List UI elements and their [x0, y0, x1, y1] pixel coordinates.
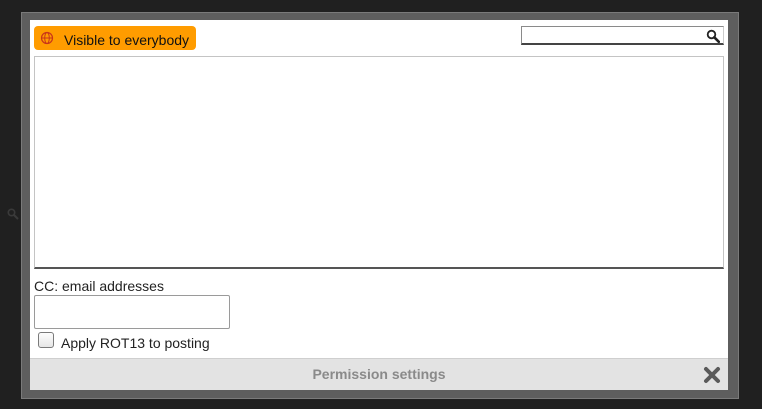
- permission-dialog: Visible to everybody CC: email addresses…: [30, 20, 728, 390]
- close-icon[interactable]: [703, 366, 721, 384]
- visibility-button[interactable]: Visible to everybody: [34, 26, 196, 50]
- dialog-footer: Permission settings: [30, 358, 728, 390]
- search-icon[interactable]: [706, 29, 720, 43]
- rot13-label: Apply ROT13 to posting: [61, 335, 210, 351]
- rot13-checkbox[interactable]: [38, 332, 54, 348]
- visibility-label: Visible to everybody: [64, 32, 190, 48]
- search-icon: [7, 208, 19, 220]
- search-input[interactable]: [523, 28, 703, 42]
- search-box: [521, 26, 724, 45]
- dialog-title: Permission settings: [312, 366, 446, 382]
- cc-label: CC: email addresses: [34, 278, 164, 294]
- contact-list-area[interactable]: [34, 56, 724, 269]
- globe-icon: [40, 31, 54, 45]
- cc-email-input[interactable]: [34, 295, 230, 329]
